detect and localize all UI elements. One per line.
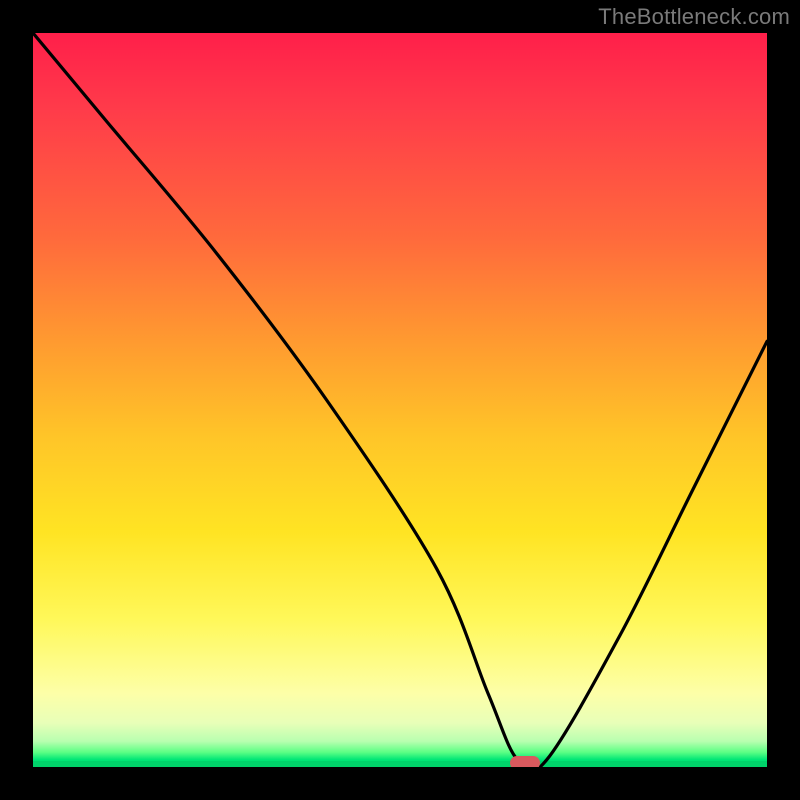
plot-area [33, 33, 767, 767]
curve-layer [33, 33, 767, 767]
attribution-text: TheBottleneck.com [598, 4, 790, 30]
curve-path [33, 33, 767, 767]
optimum-marker-icon [510, 756, 540, 767]
chart-frame: TheBottleneck.com [0, 0, 800, 800]
